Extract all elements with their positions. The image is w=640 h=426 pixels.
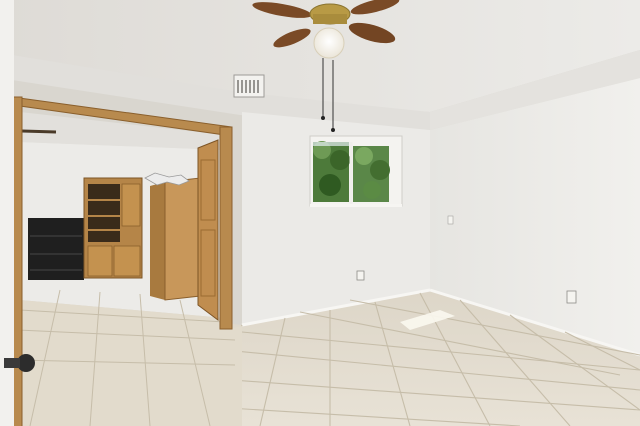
wall-switch-right — [447, 215, 454, 225]
fan-light-bulb — [313, 27, 345, 59]
wall-outlet-back — [356, 270, 365, 281]
room-photo — [0, 0, 640, 426]
adjacent-ceiling-fan-blade — [21, 129, 57, 134]
closet-door-panel — [164, 177, 201, 301]
closet-door-left — [150, 182, 165, 300]
door-casing-right — [219, 126, 233, 330]
room-illustration — [0, 0, 640, 426]
wall-outlet-right — [566, 290, 577, 304]
